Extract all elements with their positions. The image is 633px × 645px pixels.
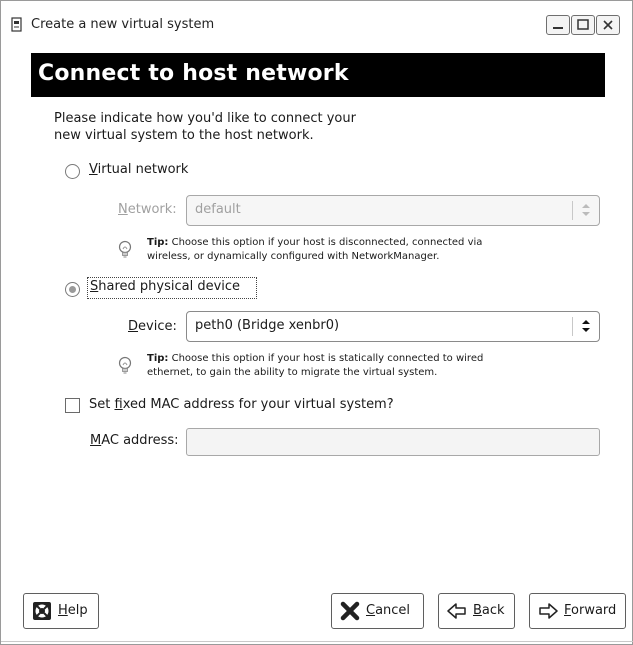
intro-text-line1: Please indicate how you'd like to connec… [54,111,356,126]
back-arrow-icon [447,603,466,619]
shared-device-tip-line1: Tip: Choose this option if your host is … [147,353,484,364]
help-lifebuoy-icon [33,602,51,620]
cancel-x-icon [340,601,360,621]
device-combo[interactable]: peth0 (Bridge xenbr0) [186,311,600,342]
mac-address-input[interactable] [186,428,600,456]
fixed-mac-label[interactable]: Set fixed MAC address for your virtual s… [89,397,394,412]
shared-device-radio[interactable] [65,282,80,297]
back-button-label: Back [473,603,505,618]
mac-address-label: MAC address: [90,433,179,448]
page-header: Connect to host network [31,53,605,97]
device-label: Device: [128,319,177,334]
network-label: Network: [118,202,177,217]
forward-arrow-icon [539,603,558,619]
help-button[interactable]: Help [23,593,99,629]
forward-button-label: Forward [564,603,617,618]
maximize-icon [577,19,589,30]
virtual-network-tip-line2: wireless, or dynamically configured with… [147,251,440,262]
fixed-mac-checkbox[interactable] [65,398,80,413]
intro-text-line2: new virtual system to the host network. [54,128,314,143]
close-button[interactable] [596,15,620,35]
device-combo-value: peth0 (Bridge xenbr0) [195,318,340,333]
maximize-button[interactable] [571,15,595,35]
help-button-label: Help [58,603,88,618]
forward-button[interactable]: Forward [529,593,626,629]
cancel-button-label: Cancel [366,603,411,618]
combo-spin-arrows-icon [582,320,590,332]
combo-spin-arrows-icon [582,204,590,216]
network-combo[interactable]: default [186,195,600,226]
window-bottom-edge [1,641,633,642]
minimize-button[interactable] [546,15,570,35]
window-title: Create a new virtual system [31,17,215,32]
page-title: Connect to host network [38,61,349,86]
tip-lightbulb-icon [118,356,132,374]
virtual-network-tip-line1: Tip: Choose this option if your host is … [147,237,483,248]
wizard-window: Create a new virtual system Connect to h… [0,0,633,645]
virtual-network-radio[interactable] [65,164,80,179]
cancel-button[interactable]: Cancel [331,593,424,629]
virtual-network-label[interactable]: Virtual network [89,162,188,177]
shared-device-label[interactable]: Shared physical device [90,279,240,294]
back-button[interactable]: Back [438,593,515,629]
network-combo-value: default [195,202,241,217]
minimize-icon [553,27,563,29]
title-bar[interactable]: Create a new virtual system [1,1,632,47]
close-icon [603,20,613,30]
app-window-icon [11,17,22,32]
shared-device-tip-line2: ethernet, to gain the ability to migrate… [147,367,438,378]
tip-lightbulb-icon [118,240,132,258]
